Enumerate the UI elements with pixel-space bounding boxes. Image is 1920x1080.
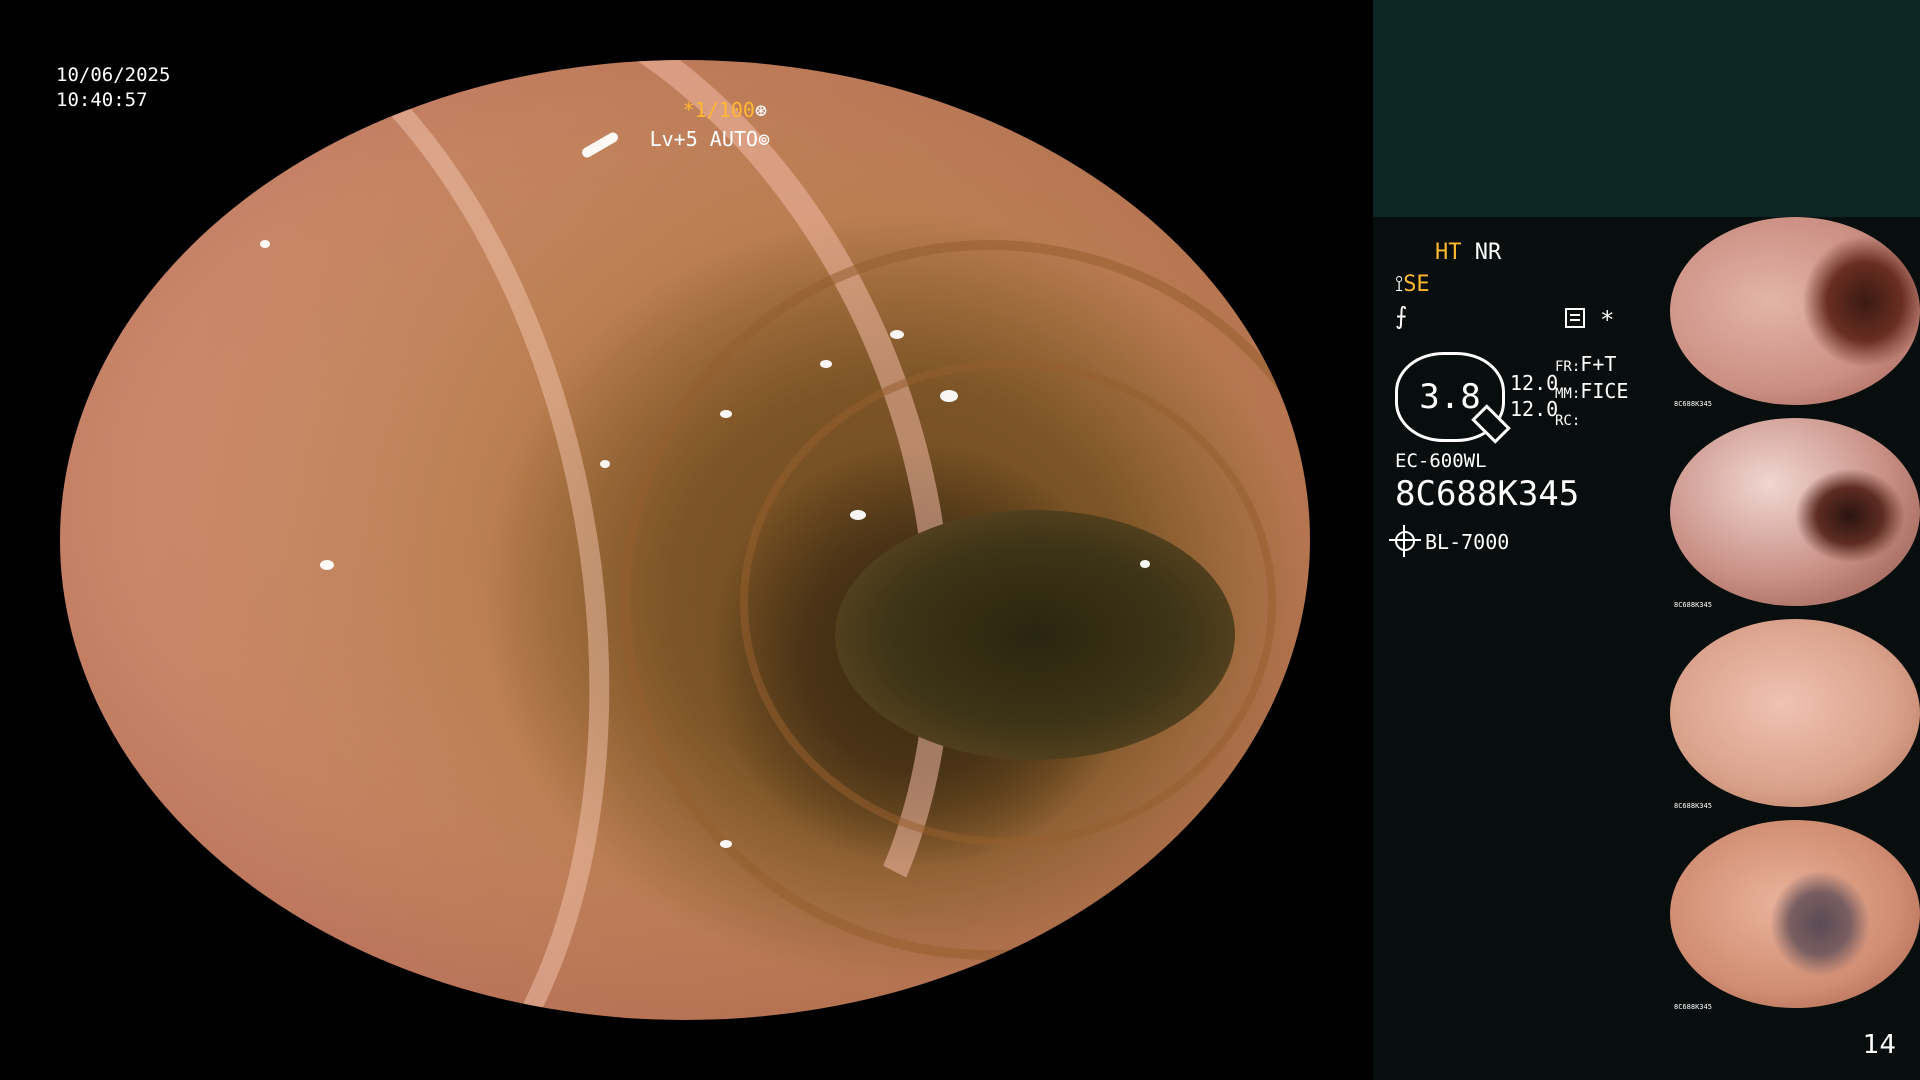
color-enhance-icon: ⨍: [1395, 302, 1408, 330]
iris-icon: ⊚: [757, 127, 770, 151]
page-number: 14: [1862, 1030, 1896, 1060]
light-reflection: [260, 240, 270, 248]
light-reflection: [720, 840, 732, 848]
settings-list-icon: [1565, 308, 1585, 328]
param-fr: FR:F+T: [1555, 352, 1628, 379]
light-source-label: BL-7000: [1425, 530, 1510, 554]
captured-images-list: 8C688K345 8C688K345 8C688K345 8C688K345: [1670, 217, 1920, 1021]
zoom-indicator: 3.8: [1395, 352, 1511, 444]
mode-params: FR:F+T MM:FICE RC:: [1555, 352, 1628, 433]
setting-value: 12.0: [1510, 371, 1559, 395]
brightness-level: Lv+5 AUTO: [649, 127, 758, 151]
light-source-icon: [1389, 525, 1421, 557]
scope-model: EC-600WL: [1395, 450, 1487, 472]
structure-row: ⟟SE: [1395, 272, 1430, 297]
param-key: MM:: [1555, 386, 1581, 402]
structure-enhance-icon: ⟟: [1395, 272, 1404, 297]
shutter-icon: ⊛: [754, 98, 767, 122]
date-time-display: 10/06/2025 10:40:57: [56, 63, 170, 113]
scope-serial: 8C688K345: [1395, 474, 1580, 514]
light-reflection: [940, 390, 958, 402]
param-rc: RC:: [1555, 406, 1628, 433]
param-mm: MM:FICE: [1555, 379, 1628, 406]
light-reflection: [720, 410, 732, 418]
light-source-row: BL-7000: [1389, 525, 1510, 557]
thumbnail-serial: 8C688K345: [1674, 601, 1712, 609]
light-reflection: [600, 460, 610, 468]
param-key: FR:: [1555, 359, 1581, 375]
brightness-level-display: Lv+5 AUTO⊚: [650, 127, 770, 152]
light-reflection: [820, 360, 832, 368]
ht-indicator: HT: [1435, 240, 1462, 265]
light-reflection: [580, 130, 620, 160]
endoscope-live-view: 10/06/2025 10:40:57 *1/100⊛ Lv+5 AUTO⊚: [0, 0, 1373, 1080]
light-reflection: [1140, 560, 1150, 568]
bowel-lumen: [835, 510, 1235, 760]
thumbnail-image: [1670, 217, 1920, 405]
captured-image-thumbnail[interactable]: 8C688K345: [1670, 820, 1920, 1013]
thumbnail-image: [1670, 820, 1920, 1008]
status-panel: HT NR ⟟SE ⨍ * 3.8 12.0 12.0 FR:F+T MM:FI…: [1373, 0, 1920, 1080]
asterisk-indicator: *: [1600, 306, 1615, 334]
se-indicator: SE: [1403, 272, 1430, 297]
setting-values: 12.0 12.0: [1510, 370, 1558, 422]
captured-image-thumbnail[interactable]: 8C688K345: [1670, 418, 1920, 611]
endoscopic-image: [60, 60, 1310, 1020]
param-value: F+T: [1580, 352, 1617, 376]
light-reflection: [850, 510, 866, 520]
thumbnail-serial: 8C688K345: [1674, 802, 1712, 810]
captured-image-thumbnail[interactable]: 8C688K345: [1670, 217, 1920, 410]
shutter-display: *1/100⊛: [683, 98, 767, 123]
captured-image-thumbnail[interactable]: 8C688K345: [1670, 619, 1920, 812]
param-value: FICE: [1580, 379, 1629, 403]
light-reflection: [320, 560, 334, 570]
exam-date: 10/06/2025: [56, 64, 171, 86]
thumbnail-image: [1670, 418, 1920, 606]
panel-header-area: [1373, 0, 1920, 217]
zoom-value: 3.8: [1419, 377, 1481, 417]
param-key: RC:: [1555, 413, 1581, 429]
shutter-speed: *1/100: [682, 98, 755, 122]
thumbnail-serial: 8C688K345: [1674, 1003, 1712, 1011]
enhancement-row: HT NR: [1435, 240, 1501, 265]
exam-time: 10:40:57: [56, 89, 148, 111]
nr-indicator: NR: [1474, 240, 1502, 265]
light-reflection: [890, 330, 904, 339]
thumbnail-image: [1670, 619, 1920, 807]
setting-value: 12.0: [1510, 397, 1559, 421]
thumbnail-serial: 8C688K345: [1674, 400, 1712, 408]
